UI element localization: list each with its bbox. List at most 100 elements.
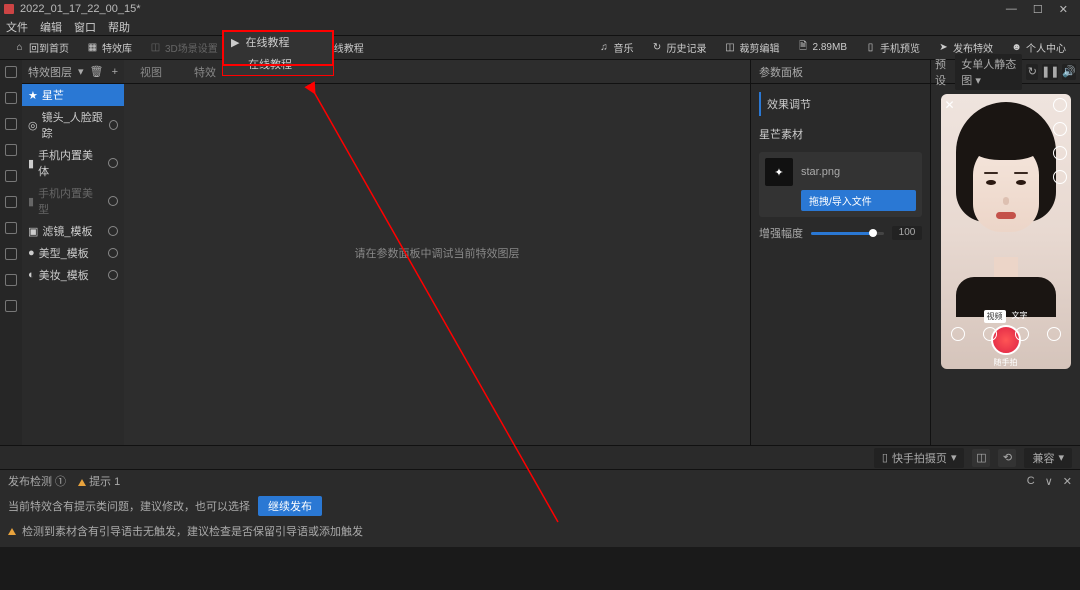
- material-filename: star.png: [801, 166, 840, 178]
- status-icon-1[interactable]: ◫: [972, 449, 990, 467]
- phone-tag-text[interactable]: 文字: [1012, 310, 1028, 323]
- menu-help[interactable]: 帮助: [108, 19, 130, 35]
- history-button[interactable]: ↻历史记录: [646, 38, 713, 57]
- chevron-down-icon[interactable]: ▾: [78, 65, 84, 78]
- minimize-icon[interactable]: —: [1006, 3, 1017, 16]
- tool-1-icon[interactable]: [5, 66, 17, 78]
- phone-close-icon[interactable]: ✕: [945, 98, 955, 112]
- volume-icon[interactable]: 🔊: [1062, 64, 1076, 80]
- history-icon: ↻: [652, 42, 663, 53]
- phone-side-icon-3[interactable]: [1053, 146, 1067, 160]
- layer-name: 滤镜_模板: [42, 223, 92, 239]
- phone-bottom-icon-1[interactable]: [951, 327, 965, 341]
- problems-panel: 发布检测 ① 提示 1 C ∨ ✕ 当前特效含有提示类问题，建议修改，也可以选择…: [0, 469, 1080, 547]
- tool-5-icon[interactable]: [5, 170, 17, 182]
- continue-publish-button[interactable]: 继续发布: [258, 496, 322, 516]
- tool-4-icon[interactable]: [5, 144, 17, 156]
- warning-message: 检测到素材含有引导语击无触发，建议检查是否保留引导语或添加触发: [22, 523, 363, 539]
- crop-button[interactable]: ◫裁剪编辑: [719, 38, 786, 57]
- user-icon: ☻: [1011, 42, 1022, 53]
- music-button[interactable]: ♫音乐: [593, 38, 640, 57]
- menu-window[interactable]: 窗口: [74, 19, 96, 35]
- visibility-icon[interactable]: [108, 270, 118, 280]
- layer-item[interactable]: ▣滤镜_模板: [22, 220, 124, 242]
- layer-item[interactable]: ● 美型_模板: [22, 242, 124, 264]
- pause-icon[interactable]: ❚❚: [1042, 64, 1058, 80]
- tool-7-icon[interactable]: [5, 222, 17, 234]
- phone-preview: ✕ 视频 文字: [941, 94, 1071, 369]
- material-box: ✦ star.png 拖拽/导入文件: [759, 152, 922, 217]
- mobile-preview-button[interactable]: ▯手机预览: [859, 38, 926, 57]
- layer-item[interactable]: ★星芒: [22, 84, 124, 106]
- layer-icon: ▮: [28, 157, 34, 170]
- material-thumb[interactable]: ✦: [765, 158, 793, 186]
- cube-icon: ◫: [150, 42, 161, 53]
- layer-list: ★星芒◎镜头_人脸跟踪▮手机内置美体▮手机内置美型▣滤镜_模板 ● 美型_模板 ◐ 美妆…: [22, 84, 124, 286]
- side-toolbar: [0, 60, 22, 445]
- toolbar: ⌂回到首页 ▦特效库 ◫3D场景设置 ✿特效设置 ▶在线教程 ♫音乐 ↻历史记录…: [0, 36, 1080, 60]
- tool-8-icon[interactable]: [5, 248, 17, 260]
- menu-file[interactable]: 文件: [6, 19, 28, 35]
- layer-icon: ◐: [28, 269, 35, 281]
- visibility-icon[interactable]: [108, 248, 118, 258]
- phone-side-icon-4[interactable]: [1053, 170, 1067, 184]
- tutorial-dropdown: ▶在线教程 在线教程: [222, 30, 334, 76]
- layer-icon: ★: [28, 89, 38, 102]
- titlebar: 2022_01_17_22_00_15* — ☐ ✕: [0, 0, 1080, 18]
- scene3d-button[interactable]: ◫3D场景设置: [144, 38, 224, 57]
- menu-edit[interactable]: 编辑: [40, 19, 62, 35]
- status-icon-2[interactable]: ⟲: [998, 449, 1016, 467]
- visibility-icon[interactable]: [109, 120, 118, 130]
- problems-collapse-icon[interactable]: ∨: [1045, 475, 1053, 488]
- layer-item[interactable]: ▮手机内置美体: [22, 144, 124, 182]
- layer-item[interactable]: ◎镜头_人脸跟踪: [22, 106, 124, 144]
- layer-name: 美妆_模板: [39, 267, 89, 283]
- doc-title: 2022_01_17_22_00_15*: [20, 3, 141, 15]
- strength-slider[interactable]: [811, 232, 884, 235]
- refresh-icon[interactable]: ↻: [1026, 64, 1038, 80]
- phone-side-icon-2[interactable]: [1053, 122, 1067, 136]
- layer-icon: ▮: [28, 195, 34, 208]
- layer-item[interactable]: ▮手机内置美型: [22, 182, 124, 220]
- size-indicator: 🗎2.89MB: [792, 40, 853, 55]
- home-icon: ⌂: [14, 42, 25, 53]
- tool-9-icon[interactable]: [5, 274, 17, 286]
- visibility-icon[interactable]: [108, 158, 118, 168]
- add-layer-icon[interactable]: +: [112, 66, 118, 78]
- tab-hints[interactable]: 提示 1: [78, 473, 120, 489]
- maximize-icon[interactable]: ☐: [1033, 3, 1043, 16]
- send-icon: ➤: [938, 42, 949, 53]
- close-icon[interactable]: ✕: [1059, 3, 1068, 16]
- phone-side-icon-1[interactable]: [1053, 98, 1067, 112]
- phone-tag-video[interactable]: 视频: [984, 310, 1006, 323]
- compat-select[interactable]: 兼容 ▾: [1024, 448, 1072, 468]
- material-label: 星芒素材: [759, 122, 922, 146]
- problems-close-icon[interactable]: ✕: [1063, 475, 1072, 488]
- visibility-icon[interactable]: [108, 226, 118, 236]
- property-panel-title: 参数面板: [759, 64, 803, 80]
- phone-bottom-icon-3[interactable]: [1015, 327, 1029, 341]
- layer-panel-title: 特效图层: [28, 64, 72, 80]
- dropdown-item-1[interactable]: ▶在线教程: [223, 31, 333, 53]
- tool-10-icon[interactable]: [5, 300, 17, 312]
- tab-view[interactable]: 视图: [124, 60, 178, 83]
- preview-page-select[interactable]: ▯快手拍摄页 ▾: [874, 448, 965, 468]
- fxlib-button[interactable]: ▦特效库: [81, 38, 138, 57]
- layer-icon: ●: [28, 247, 35, 259]
- dropdown-item-2[interactable]: 在线教程: [223, 53, 333, 75]
- layer-name: 美型_模板: [39, 245, 89, 261]
- tool-6-icon[interactable]: [5, 196, 17, 208]
- layer-item[interactable]: ◐ 美妆_模板: [22, 264, 124, 286]
- phone-bottom-icon-4[interactable]: [1047, 327, 1061, 341]
- home-button[interactable]: ⌂回到首页: [8, 38, 75, 57]
- visibility-icon[interactable]: [108, 196, 118, 206]
- tool-2-icon[interactable]: [5, 92, 17, 104]
- tab-publish-check[interactable]: 发布检测 ①: [8, 473, 66, 489]
- problems-refresh-icon[interactable]: C: [1027, 475, 1035, 488]
- import-file-button[interactable]: 拖拽/导入文件: [801, 190, 916, 211]
- phone-bottom-icon-2[interactable]: [983, 327, 997, 341]
- layer-panel: 特效图层 ▾ 🗑 + ★星芒◎镜头_人脸跟踪▮手机内置美体▮手机内置美型▣滤镜_…: [22, 60, 124, 445]
- delete-layer-icon[interactable]: 🗑: [90, 65, 104, 78]
- tool-3-icon[interactable]: [5, 118, 17, 130]
- preset-select[interactable]: 女单人静态图 ▾: [955, 54, 1022, 90]
